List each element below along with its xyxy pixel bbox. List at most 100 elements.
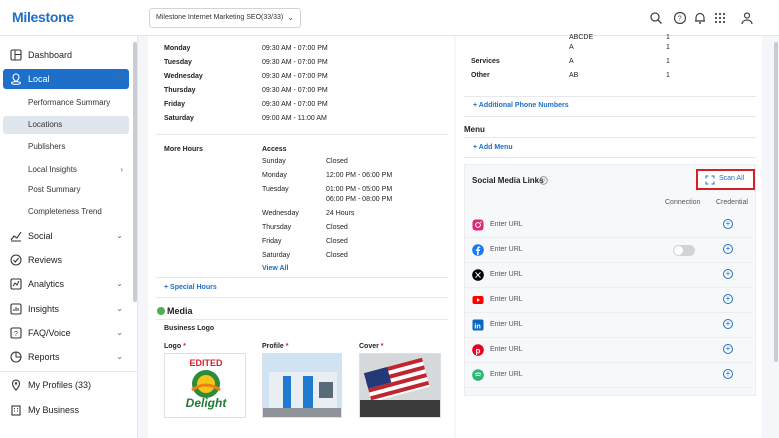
page-scrollbar[interactable]	[774, 42, 778, 362]
chevron-down-icon: ⌄	[116, 231, 123, 240]
hours-day: Wednesday	[164, 73, 203, 80]
view-all-link[interactable]: View All	[262, 265, 288, 272]
linkedin-url-input[interactable]: Enter URL	[490, 321, 523, 328]
pinterest-url-input[interactable]: Enter URL	[490, 346, 523, 353]
chevron-down-icon: ⌄	[116, 328, 123, 337]
hours-day: Monday	[164, 45, 191, 52]
more-hours-day: Sunday	[262, 158, 286, 165]
phone-type: Other	[471, 72, 490, 79]
more-hours-time: 24 Hours	[326, 210, 355, 217]
phone-count: 1	[666, 58, 670, 65]
sidebar-subitem-completeness-trend[interactable]: Completeness Trend	[3, 203, 129, 221]
sidebar-item-dashboard[interactable]: Dashboard	[3, 45, 129, 65]
social-links-title: Social Media Links	[472, 176, 544, 185]
cover-label-text: Cover	[359, 343, 379, 350]
sidebar-subitem-publishers[interactable]: Publishers	[3, 138, 129, 156]
more-hours-time: Closed	[326, 224, 348, 231]
apps-grid-icon[interactable]	[713, 11, 727, 25]
search-icon[interactable]	[649, 11, 663, 25]
facebook-url-input[interactable]: Enter URL	[490, 246, 523, 253]
facebook-icon	[472, 244, 484, 256]
sidebar-item-analytics[interactable]: Analytics ⌄	[3, 274, 129, 294]
social-row-x: Enter URL +	[464, 264, 753, 288]
sidebar-item-label: My Business	[28, 405, 80, 415]
connection-header: Connection	[665, 199, 701, 206]
reports-icon	[10, 351, 22, 363]
credential-header: Credential	[716, 199, 748, 206]
more-hours-day: Saturday	[262, 252, 291, 259]
add-phone-numbers-link[interactable]: + Additional Phone Numbers	[473, 102, 569, 109]
menu-title: Menu	[464, 125, 485, 134]
profile-label: Profile *	[262, 343, 288, 350]
phone-value: AB	[569, 72, 579, 79]
sidebar-scrollbar[interactable]	[133, 42, 137, 302]
scan-all-button[interactable]: Scan All	[696, 169, 755, 190]
sidebar-subitem-performance-summary[interactable]: Performance Summary	[3, 94, 129, 112]
sidebar-subitem-local-insights[interactable]: Local Insights ›	[3, 161, 129, 179]
phone-value: A	[569, 44, 574, 51]
add-credential-button[interactable]: +	[723, 294, 733, 304]
x-icon	[472, 269, 484, 281]
scan-all-label: Scan All	[719, 175, 745, 182]
sidebar-item-reviews[interactable]: Reviews	[3, 250, 129, 270]
user-icon[interactable]	[740, 11, 754, 25]
add-menu-link[interactable]: + Add Menu	[473, 144, 513, 151]
instagram-icon	[472, 219, 484, 231]
other-network-icon	[472, 369, 484, 381]
other-url-input[interactable]: Enter URL	[490, 371, 523, 378]
hours-day: Friday	[164, 101, 186, 108]
sidebar-item-local[interactable]: Local ⌃	[3, 69, 129, 89]
help-icon[interactable]: ?	[673, 11, 687, 25]
sidebar-item-my-business[interactable]: My Business	[3, 400, 129, 420]
more-hours-time: Closed	[326, 252, 348, 259]
sidebar-item-my-profiles[interactable]: My Profiles (33)	[3, 375, 129, 395]
x-url-input[interactable]: Enter URL	[490, 271, 523, 278]
hours-day: Tuesday	[164, 59, 192, 66]
add-credential-button[interactable]: +	[723, 369, 733, 379]
app-logo[interactable]: Milestone	[12, 9, 74, 25]
svg-text:?: ?	[678, 16, 682, 23]
add-credential-button[interactable]: +	[723, 344, 733, 354]
social-row-other: Enter URL +	[464, 364, 753, 388]
svg-text:?: ?	[14, 331, 18, 338]
logo-edited-text: EDITED	[189, 358, 223, 368]
sidebar-subitem-locations[interactable]: Locations	[3, 116, 129, 134]
info-icon[interactable]: ?	[539, 176, 548, 185]
profile-image[interactable]	[262, 353, 342, 418]
social-row-pinterest: p Enter URL +	[464, 339, 753, 363]
account-selector[interactable]: Milestone Internet Marketing SEO(33/33) …	[149, 8, 301, 28]
add-credential-button[interactable]: +	[723, 244, 733, 254]
sidebar-subitem-post-summary[interactable]: Post Summary	[3, 181, 129, 199]
divider	[464, 116, 756, 117]
sidebar-item-insights[interactable]: Insights ⌄	[3, 299, 129, 319]
sidebar-item-faq-voice[interactable]: ? FAQ/Voice ⌄	[3, 323, 129, 343]
add-credential-button[interactable]: +	[723, 219, 733, 229]
sidebar-item-label: Analytics	[28, 279, 65, 289]
more-hours-label: More Hours	[164, 146, 203, 153]
location-pin-icon	[11, 73, 21, 85]
logo-image[interactable]: EDITED Delight	[164, 353, 246, 418]
bell-icon[interactable]	[693, 11, 707, 25]
sidebar-item-social[interactable]: Social ⌄	[3, 226, 129, 246]
cover-image[interactable]	[359, 353, 441, 418]
chevron-down-icon: ⌄	[116, 304, 123, 313]
add-credential-button[interactable]: +	[723, 319, 733, 329]
linkedin-icon: in	[472, 319, 484, 331]
building-icon	[11, 405, 21, 416]
sidebar-item-reports[interactable]: Reports ⌄	[3, 347, 129, 367]
add-special-hours-link[interactable]: + Special Hours	[164, 284, 217, 291]
phone-value: ABCDE	[569, 34, 594, 41]
account-selector-label: Milestone Internet Marketing SEO(33/33)	[156, 14, 284, 21]
sidebar-item-label: Reviews	[28, 255, 63, 265]
youtube-url-input[interactable]: Enter URL	[490, 296, 523, 303]
top-bar: Milestone Milestone Internet Marketing S…	[0, 0, 779, 36]
scan-icon	[705, 175, 715, 185]
hours-time: 09:30 AM - 07:00 PM	[262, 45, 328, 52]
chevron-down-icon: ⌄	[116, 352, 123, 361]
logo-label: Logo *	[164, 343, 186, 350]
add-credential-button[interactable]: +	[723, 269, 733, 279]
required-mark: *	[380, 343, 384, 350]
facebook-connection-toggle[interactable]	[673, 245, 695, 256]
instagram-url-input[interactable]: Enter URL	[490, 221, 523, 228]
more-hours-time: Closed	[326, 238, 348, 245]
